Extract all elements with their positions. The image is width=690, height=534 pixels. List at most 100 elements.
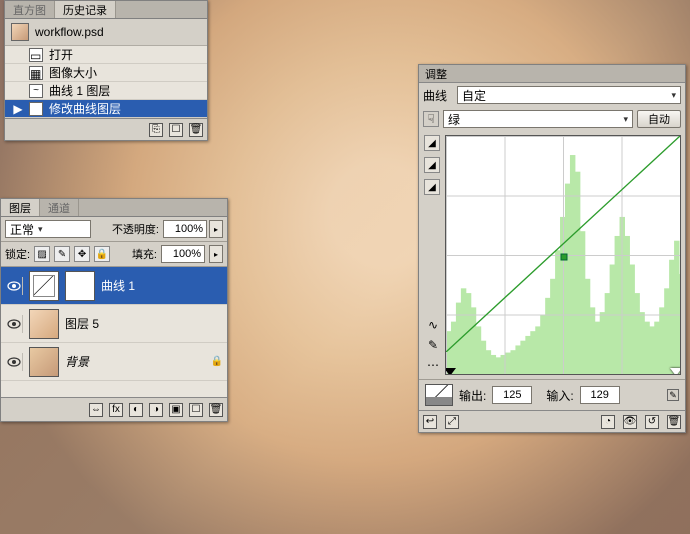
layer-name: 背景 xyxy=(65,353,89,370)
opacity-input[interactable]: 100% xyxy=(163,220,207,238)
chevron-down-icon: ▾ xyxy=(38,224,43,235)
expand-icon[interactable]: ⤢ xyxy=(445,415,459,429)
adjustments-footer: ↩ ⤢ ◔ 👁 ↺ 🗑 xyxy=(419,410,685,432)
document-thumb xyxy=(11,23,29,41)
layer-thumb[interactable] xyxy=(29,309,59,339)
fill-input[interactable]: 100% xyxy=(161,245,205,263)
layer-name: 图层 5 xyxy=(65,315,99,332)
layer-thumb[interactable] xyxy=(29,347,59,377)
history-document-row[interactable]: workflow.psd xyxy=(5,19,207,46)
curve-control-point[interactable] xyxy=(561,254,568,261)
chevron-down-icon: ▾ xyxy=(671,90,676,101)
history-item-selected[interactable]: ▶ 修改曲线图层 xyxy=(5,100,207,118)
layer-name: 曲线 1 xyxy=(101,277,135,294)
adjustments-panel: 调整 曲线 自定 ▾ ☟ 绿 ▾ 自动 ◢ ◢ ◢ ∿ ✎ ⋯ xyxy=(418,64,686,433)
eye-icon xyxy=(7,357,21,367)
smooth-points-icon[interactable]: ⋯ xyxy=(427,358,439,372)
adjustment-layer-icon[interactable]: ◑ xyxy=(149,403,163,417)
fill-flyout[interactable]: ▸ xyxy=(209,245,223,263)
history-item[interactable]: ▭ 打开 xyxy=(5,46,207,64)
link-layers-icon[interactable]: ⇔ xyxy=(89,403,103,417)
edit-points-icon[interactable]: ✎ xyxy=(667,389,679,401)
trash-icon[interactable]: 🗑 xyxy=(189,123,203,137)
history-item-label: 修改曲线图层 xyxy=(49,100,121,117)
layer-list: 曲线 1 图层 5 背景 🔒 xyxy=(1,267,227,397)
image-size-icon: ▦ xyxy=(29,66,43,80)
visibility-toggle[interactable] xyxy=(5,315,23,333)
new-state-icon[interactable]: ☐ xyxy=(169,123,183,137)
trash-icon[interactable]: 🗑 xyxy=(209,403,223,417)
curves-type-label: 曲线 xyxy=(423,87,453,104)
history-item[interactable]: 曲线 1 图层 xyxy=(5,82,207,100)
eyedropper-black-icon[interactable]: ◢ xyxy=(424,135,440,151)
curves-io-row: 输出: 125 输入: 129 ✎ xyxy=(419,379,685,410)
curves-preset-row: 曲线 自定 ▾ xyxy=(419,83,685,107)
lock-label: 锁定: xyxy=(5,246,30,262)
history-footer: ⎘ ☐ 🗑 xyxy=(5,118,207,140)
layer-row[interactable]: 背景 🔒 xyxy=(1,343,227,381)
history-tabbar: 直方图 历史记录 xyxy=(5,1,207,19)
tab-channels[interactable]: 通道 xyxy=(40,199,79,216)
lock-icon: 🔒 xyxy=(211,356,223,367)
input-value-input[interactable]: 129 xyxy=(580,386,620,404)
tab-histogram[interactable]: 直方图 xyxy=(5,1,55,18)
tab-adjustments[interactable]: 调整 xyxy=(419,65,685,83)
lock-transparent-icon[interactable]: ▨ xyxy=(34,246,50,262)
layer-row[interactable]: 图层 5 xyxy=(1,305,227,343)
auto-button[interactable]: 自动 xyxy=(637,110,681,128)
new-layer-icon[interactable]: ☐ xyxy=(189,403,203,417)
lock-all-icon[interactable]: 🔒 xyxy=(94,246,110,262)
output-label: 输出: xyxy=(459,387,486,404)
curve-mode-tools: ∿ ✎ ⋯ xyxy=(425,314,441,372)
curves-icon xyxy=(29,84,43,98)
blend-mode-value: 正常 xyxy=(10,221,34,238)
eyedropper-gray-icon[interactable]: ◢ xyxy=(424,157,440,173)
layer-row-selected[interactable]: 曲线 1 xyxy=(1,267,227,305)
black-point-slider[interactable] xyxy=(445,368,456,375)
layers-panel: 图层 通道 正常 ▾ 不透明度: 100% ▸ 锁定: ▨ ✎ ✥ 🔒 填充: … xyxy=(0,198,228,422)
targeted-adjust-icon[interactable]: ☟ xyxy=(423,111,439,127)
reset-icon[interactable]: ↺ xyxy=(645,415,659,429)
history-caret: ▶ xyxy=(13,102,23,116)
group-icon[interactable]: ▣ xyxy=(169,403,183,417)
white-point-slider[interactable] xyxy=(670,368,681,375)
mask-icon[interactable]: ◐ xyxy=(129,403,143,417)
layer-thumb-curves[interactable] xyxy=(29,271,59,301)
lock-pixels-icon[interactable]: ✎ xyxy=(54,246,70,262)
channel-dropdown[interactable]: 绿 ▾ xyxy=(443,110,633,128)
gradient-ramp-icon[interactable] xyxy=(425,384,453,406)
visibility-toggle[interactable] xyxy=(5,353,23,371)
trash-icon[interactable]: 🗑 xyxy=(667,415,681,429)
pencil-curve-icon[interactable]: ✎ xyxy=(428,338,438,352)
fx-icon[interactable]: fx xyxy=(109,403,123,417)
history-item-label: 图像大小 xyxy=(49,64,97,81)
curve-line xyxy=(446,136,680,352)
curves-body: ◢ ◢ ◢ ∿ ✎ ⋯ xyxy=(419,131,685,379)
smooth-curve-icon[interactable]: ∿ xyxy=(428,318,438,332)
preset-dropdown[interactable]: 自定 ▾ xyxy=(457,86,681,104)
layers-tabbar: 图层 通道 xyxy=(1,199,227,217)
fill-label: 填充: xyxy=(132,246,157,262)
blend-mode-dropdown[interactable]: 正常 ▾ xyxy=(5,220,91,238)
clip-icon[interactable]: ◔ xyxy=(601,415,615,429)
visibility-icon[interactable]: 👁 xyxy=(623,415,637,429)
layer-mask-thumb[interactable] xyxy=(65,271,95,301)
lock-position-icon[interactable]: ✥ xyxy=(74,246,90,262)
history-item-label: 打开 xyxy=(49,46,73,63)
history-item-label: 曲线 1 图层 xyxy=(49,82,110,99)
tab-layers[interactable]: 图层 xyxy=(1,199,40,216)
visibility-toggle[interactable] xyxy=(5,277,23,295)
output-value-input[interactable]: 125 xyxy=(492,386,532,404)
opacity-flyout[interactable]: ▸ xyxy=(209,220,223,238)
layers-options-row: 正常 ▾ 不透明度: 100% ▸ xyxy=(1,217,227,242)
eyedropper-white-icon[interactable]: ◢ xyxy=(424,179,440,195)
eye-icon xyxy=(7,319,21,329)
preset-value: 自定 xyxy=(462,87,486,104)
tab-history[interactable]: 历史记录 xyxy=(55,1,116,18)
history-item[interactable]: ▦ 图像大小 xyxy=(5,64,207,82)
snapshot-icon[interactable]: ⎘ xyxy=(149,123,163,137)
curves-graph[interactable] xyxy=(445,135,681,375)
return-icon[interactable]: ↩ xyxy=(423,415,437,429)
layers-lock-row: 锁定: ▨ ✎ ✥ 🔒 填充: 100% ▸ xyxy=(1,242,227,267)
history-panel: 直方图 历史记录 workflow.psd ▭ 打开 ▦ 图像大小 曲线 1 图… xyxy=(4,0,208,141)
